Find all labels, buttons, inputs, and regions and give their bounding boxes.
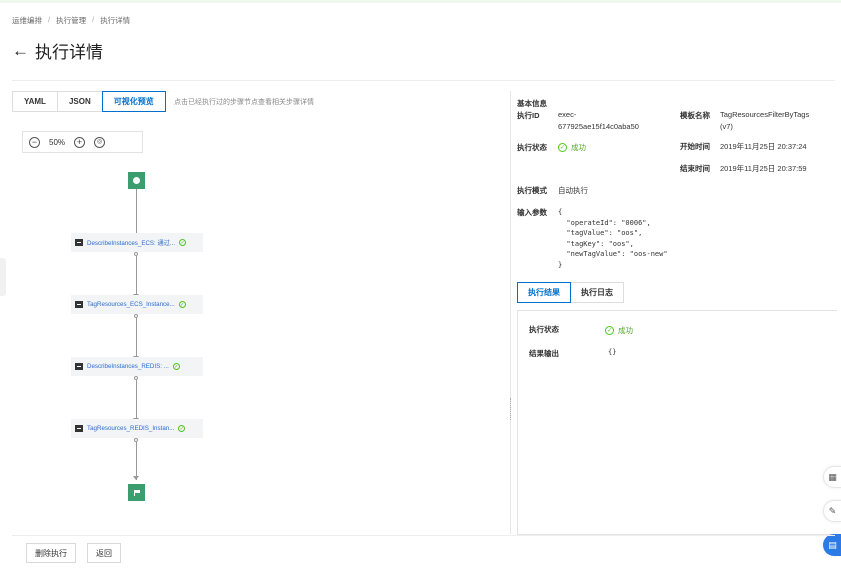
param-line: } xyxy=(558,260,563,269)
param-line: { xyxy=(558,208,563,216)
breadcrumb-separator: / xyxy=(48,15,51,24)
input-params-code: { "operateId": "0006", "tagValue": "oos"… xyxy=(558,207,668,270)
success-check-icon: ✓ xyxy=(605,326,614,335)
flow-node-label: TagResources_REDIS_Instan... xyxy=(87,425,175,432)
grid-menu-icon[interactable]: ▤ xyxy=(823,534,841,556)
result-output-value: {} xyxy=(608,348,617,356)
result-status-label: 执行状态 xyxy=(529,325,559,334)
result-status-text: 成功 xyxy=(618,326,633,335)
success-check-icon: ✓ xyxy=(179,239,187,246)
zoom-toolbar: − 50% + ◎ xyxy=(22,131,143,153)
flow-connector xyxy=(136,442,137,480)
feedback-icon[interactable]: ✎ xyxy=(823,500,841,522)
end-time-label: 结束时间 xyxy=(680,164,710,173)
tab-exec-log[interactable]: 执行日志 xyxy=(570,282,624,303)
template-name-line2: (v7) xyxy=(720,122,733,131)
qrcode-icon[interactable]: ▦ xyxy=(823,466,841,488)
flow-hint-text: 点击已经执行过的步骤节点查看相关步骤详情 xyxy=(174,99,314,106)
flow-connector xyxy=(136,189,137,239)
success-check-icon: ✓ xyxy=(558,143,567,152)
result-output-label: 结果输出 xyxy=(529,349,559,358)
locate-icon[interactable]: ◎ xyxy=(94,136,106,148)
result-status-value: ✓ 成功 xyxy=(605,325,633,336)
zoom-out-icon[interactable]: − xyxy=(29,136,40,148)
collapse-handle[interactable] xyxy=(0,258,6,296)
flow-connector xyxy=(136,318,137,360)
end-node[interactable] xyxy=(128,484,145,501)
terminal-icon xyxy=(75,239,83,246)
result-content: 执行状态 ✓ 成功 结果输出 {} xyxy=(517,310,837,535)
param-line: "operateId": "0006", xyxy=(558,218,651,227)
flow-node-label: DescribeInstances_ECS: 通过... xyxy=(87,240,176,247)
page-header: ← 执行详情 xyxy=(12,38,103,63)
tab-visual-preview[interactable]: 可视化预览 xyxy=(101,91,166,112)
start-time-label: 开始时间 xyxy=(680,142,710,151)
start-icon xyxy=(133,177,140,184)
footer-divider xyxy=(12,535,835,536)
back-arrow-icon[interactable]: ← xyxy=(12,41,29,61)
result-tabs: 执行结果 执行日志 xyxy=(517,282,624,303)
flow-arrow-icon xyxy=(133,476,139,480)
top-accent-bar xyxy=(0,0,841,3)
zoom-level: 50% xyxy=(49,137,66,147)
param-line: "tagKey": "oos", xyxy=(558,239,634,248)
flow-node-label: DescribeInstances_REDIS: ... xyxy=(87,363,169,370)
template-name-label: 模板名称 xyxy=(680,111,710,120)
resize-handle[interactable] xyxy=(510,398,512,420)
success-check-icon: ✓ xyxy=(178,425,186,432)
exec-id-label: 执行ID xyxy=(517,111,540,120)
breadcrumb-separator: / xyxy=(92,15,95,24)
exec-status-text: 成功 xyxy=(571,143,586,152)
terminal-icon xyxy=(75,363,83,370)
flow-node-tag-ecs[interactable]: TagResources_ECS_Instance... ✓ xyxy=(71,295,203,314)
template-name-line1: TagResourcesFilterByTags xyxy=(720,110,810,119)
terminal-icon xyxy=(75,425,83,432)
header-divider xyxy=(12,80,835,81)
breadcrumb-item-ops[interactable]: 运维编排 xyxy=(12,15,42,26)
flow-node-describe-ecs[interactable]: DescribeInstances_ECS: 通过... ✓ xyxy=(71,233,203,252)
panel-divider xyxy=(510,91,511,534)
page-title: 执行详情 xyxy=(35,43,103,62)
exec-status-label: 执行状态 xyxy=(517,143,547,152)
exec-mode-label: 执行模式 xyxy=(517,186,547,195)
flow-node-label: TagResources_ECS_Instance... xyxy=(87,301,175,308)
exec-id-line1: exec- xyxy=(558,110,577,119)
delete-execution-button[interactable]: 删除执行 xyxy=(26,543,76,563)
input-params-label: 输入参数 xyxy=(517,208,547,217)
start-time-value: 2019年11月25日 20:37:24 xyxy=(720,142,807,151)
breadcrumb-item-exec-manage[interactable]: 执行管理 xyxy=(56,15,86,26)
tab-json[interactable]: JSON xyxy=(56,91,103,112)
flow-node-tag-redis[interactable]: TagResources_REDIS_Instan... ✓ xyxy=(71,419,203,438)
tab-exec-result[interactable]: 执行结果 xyxy=(517,282,571,303)
exec-id-line2: 677925ae15f14c0aba50 xyxy=(558,122,639,131)
flag-icon xyxy=(133,489,140,496)
basic-info-title: 基本信息 xyxy=(517,99,547,108)
flow-panel: YAML JSON 可视化预览 点击已经执行过的步骤节点查看相关步骤详情 − 5… xyxy=(12,91,510,534)
param-line: "newTagValue": "oos-new" xyxy=(558,250,668,258)
flow-connector xyxy=(136,256,137,298)
exec-status-value: ✓ 成功 xyxy=(558,142,586,153)
tab-yaml[interactable]: YAML xyxy=(12,91,58,112)
zoom-in-icon[interactable]: + xyxy=(74,136,86,148)
start-node[interactable] xyxy=(128,172,145,189)
param-line: "tagValue": "oos", xyxy=(558,229,643,237)
view-tabs: YAML JSON 可视化预览 xyxy=(12,91,166,112)
success-check-icon: ✓ xyxy=(172,363,180,370)
breadcrumb: 运维编排 / 执行管理 / 执行详情 xyxy=(12,15,130,26)
success-check-icon: ✓ xyxy=(178,301,186,308)
breadcrumb-item-current: 执行详情 xyxy=(100,16,131,25)
flow-node-describe-redis[interactable]: DescribeInstances_REDIS: ... ✓ xyxy=(71,357,203,376)
end-time-value: 2019年11月25日 20:37:59 xyxy=(720,164,807,173)
flow-connector xyxy=(136,380,137,422)
terminal-icon xyxy=(75,301,83,308)
back-button[interactable]: 返回 xyxy=(87,543,121,563)
exec-mode-value: 自动执行 xyxy=(558,186,588,195)
